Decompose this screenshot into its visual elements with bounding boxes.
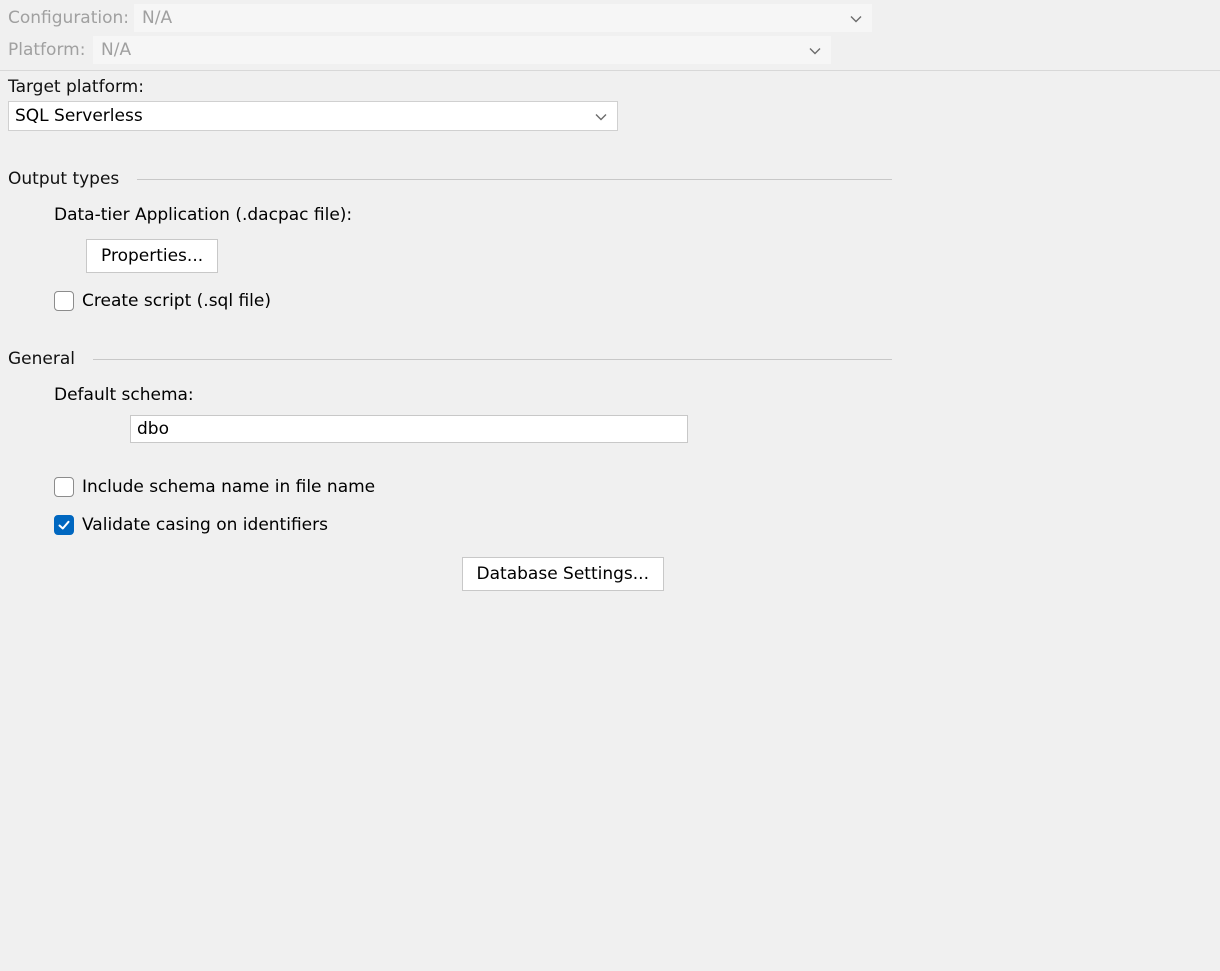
configuration-row: Configuration: N/A — [8, 4, 1212, 32]
platform-label: Platform: — [8, 40, 93, 60]
create-script-row: Create script (.sql file) — [54, 291, 892, 311]
include-schema-row: Include schema name in file name — [54, 477, 892, 497]
chevron-down-icon — [595, 106, 607, 126]
configuration-dropdown[interactable]: N/A — [134, 4, 872, 32]
properties-button[interactable]: Properties... — [86, 239, 218, 273]
validate-casing-label: Validate casing on identifiers — [82, 515, 328, 535]
configuration-label: Configuration: — [8, 8, 134, 28]
section-general: General — [8, 349, 892, 369]
dacpac-label: Data-tier Application (.dacpac file): — [54, 205, 892, 225]
create-script-checkbox[interactable] — [54, 291, 74, 311]
default-schema-wrap — [54, 415, 892, 443]
create-script-label: Create script (.sql file) — [82, 291, 271, 311]
section-title: General — [8, 349, 75, 369]
section-title: Output types — [8, 169, 119, 189]
include-schema-checkbox[interactable] — [54, 477, 74, 497]
default-schema-label: Default schema: — [54, 385, 892, 405]
validate-casing-checkbox[interactable] — [54, 515, 74, 535]
section-rule — [137, 179, 892, 180]
target-platform-value: SQL Serverless — [15, 106, 143, 126]
validate-casing-row: Validate casing on identifiers — [54, 515, 892, 535]
include-schema-label: Include schema name in file name — [82, 477, 375, 497]
platform-row: Platform: N/A — [8, 36, 1212, 64]
default-schema-input[interactable] — [130, 415, 688, 443]
check-icon — [57, 518, 71, 532]
platform-value: N/A — [101, 40, 131, 60]
target-platform-dropdown[interactable]: SQL Serverless — [8, 101, 618, 131]
platform-dropdown[interactable]: N/A — [93, 36, 831, 64]
top-strip: Configuration: N/A Platform: N/A — [0, 0, 1220, 71]
general-body: Default schema: Include schema name in f… — [8, 385, 892, 591]
settings-content: Target platform: SQL Serverless Output t… — [0, 71, 900, 599]
properties-wrap: Properties... — [54, 225, 892, 273]
configuration-value: N/A — [142, 8, 172, 28]
output-types-body: Data-tier Application (.dacpac file): Pr… — [8, 205, 892, 311]
chevron-down-icon — [809, 40, 821, 60]
database-settings-button[interactable]: Database Settings... — [462, 557, 664, 591]
db-settings-wrap: Database Settings... — [54, 557, 664, 591]
section-output-types: Output types — [8, 169, 892, 189]
chevron-down-icon — [850, 8, 862, 28]
section-rule — [93, 359, 892, 360]
target-platform-label: Target platform: — [8, 77, 144, 97]
